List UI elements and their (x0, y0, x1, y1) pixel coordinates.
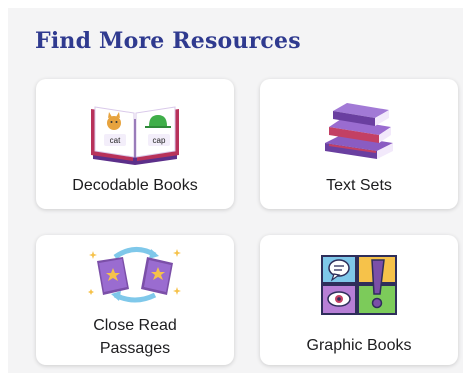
stacked-books-icon (325, 103, 393, 159)
graphic-books-card[interactable]: Graphic Books (260, 235, 458, 365)
card-label-line-1: Close Read (93, 317, 177, 334)
decodable-books-card[interactable]: cat cap Decodable Books (36, 79, 234, 209)
card-label: Close Read Passages (93, 314, 177, 360)
book-word-cat: cat (110, 136, 121, 145)
resources-section: Find More Resources cat cap Decodable Bo… (0, 0, 463, 373)
book-word-cap: cap (153, 136, 166, 145)
star-books-cycle-icon (88, 247, 181, 303)
close-read-passages-card[interactable]: Close Read Passages (36, 235, 234, 365)
text-sets-card[interactable]: Text Sets (260, 79, 458, 209)
card-label: Graphic Books (306, 337, 412, 354)
card-label-line-2: Passages (99, 340, 171, 357)
comic-panels-icon (321, 255, 397, 315)
section-title: Find More Resources (35, 28, 301, 54)
card-label: Text Sets (326, 177, 392, 194)
open-book-icon: cat cap (91, 106, 179, 165)
card-label: Decodable Books (72, 177, 198, 194)
